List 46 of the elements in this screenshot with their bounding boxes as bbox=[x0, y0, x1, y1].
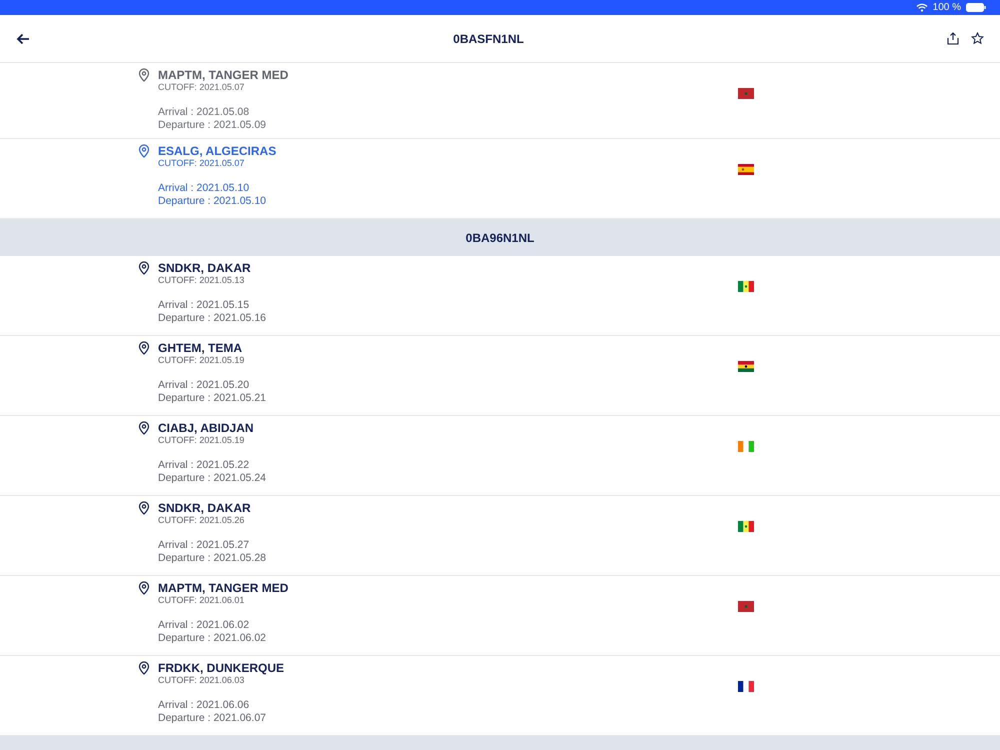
arrival-date: Arrival : 2021.06.06 bbox=[158, 699, 250, 712]
share-button[interactable] bbox=[947, 32, 959, 45]
port-call-row[interactable]: SNDKR, DAKAR CUTOFF: 2021.05.26 Arrival : 2021.05.27 Departure : 2021.05.28 bbox=[0, 496, 1000, 576]
port-name: SNDKR, DAKAR bbox=[158, 501, 252, 515]
cutoff-date: CUTOFF: 2021.05.07 bbox=[158, 158, 246, 169]
port-call-row[interactable]: CIABJ, ABIDJAN CUTOFF: 2021.05.19 Arrival : 2021.05.22 Departure : 2021.05.24 bbox=[0, 416, 1000, 496]
port-call-row[interactable]: GHTEM, TEMA CUTOFF: 2021.05.19 Arrival : 2021.05.20 Departure : 2021.05.21 bbox=[0, 336, 1000, 416]
arrival-date: Arrival : 2021.05.10 bbox=[158, 182, 250, 195]
departure-date: Departure : 2021.05.21 bbox=[158, 392, 267, 405]
departure-date: Departure : 2021.05.10 bbox=[158, 195, 267, 208]
departure-date: Departure : 2021.05.28 bbox=[158, 552, 267, 565]
battery-icon bbox=[966, 3, 986, 12]
wifi-icon bbox=[916, 3, 928, 12]
arrival-date: Arrival : 2021.05.20 bbox=[158, 379, 250, 392]
departure-date: Departure : 2021.05.16 bbox=[158, 312, 267, 325]
port-name: FRDKK, DUNKERQUE bbox=[158, 661, 285, 675]
cutoff-date: CUTOFF: 2021.06.03 bbox=[158, 675, 246, 686]
arrival-date: Arrival : 2021.05.27 bbox=[158, 539, 250, 552]
departure-date: Departure : 2021.05.09 bbox=[158, 119, 267, 132]
port-name: MAPTM, TANGER MED bbox=[158, 581, 290, 595]
cutoff-date: CUTOFF: 2021.05.07 bbox=[158, 82, 246, 93]
arrival-date: Arrival : 2021.06.02 bbox=[158, 619, 250, 632]
departure-date: Departure : 2021.06.02 bbox=[158, 632, 267, 645]
favorite-star-button[interactable] bbox=[971, 32, 984, 45]
port-name: CIABJ, ABIDJAN bbox=[158, 421, 255, 435]
cutoff-date: CUTOFF: 2021.06.01 bbox=[158, 595, 246, 606]
port-name: GHTEM, TEMA bbox=[158, 341, 243, 355]
cutoff-date: CUTOFF: 2021.05.26 bbox=[158, 515, 246, 526]
back-button[interactable] bbox=[16, 32, 30, 44]
port-name: ESALG, ALGECIRAS bbox=[158, 144, 278, 158]
battery-percentage: 100 % bbox=[932, 2, 961, 13]
port-call-row[interactable]: MAPTM, TANGER MED CUTOFF: 2021.06.01 Arrival : 2021.06.02 Departure : 2021.06.02 bbox=[0, 576, 1000, 656]
port-name: SNDKR, DAKAR bbox=[158, 261, 252, 275]
voyage-code: 0BA96N1NL bbox=[466, 230, 534, 244]
cutoff-date: CUTOFF: 2021.05.19 bbox=[158, 435, 246, 446]
arrival-date: Arrival : 2021.05.08 bbox=[158, 106, 250, 119]
port-call-row[interactable]: SNDKR, DAKAR CUTOFF: 2021.05.13 Arrival : 2021.05.15 Departure : 2021.05.16 bbox=[0, 256, 1000, 336]
cutoff-date: CUTOFF: 2021.05.13 bbox=[158, 275, 246, 286]
departure-date: Departure : 2021.05.24 bbox=[158, 472, 267, 485]
cutoff-date: CUTOFF: 2021.05.19 bbox=[158, 355, 246, 366]
arrival-date: Arrival : 2021.05.22 bbox=[158, 459, 250, 472]
departure-date: Departure : 2021.06.07 bbox=[158, 712, 267, 725]
port-call-row[interactable]: MAPTM, TANGER MED CUTOFF: 2021.05.07 Arrival : 2021.05.08 Departure : 2021.05.09 bbox=[0, 63, 1000, 139]
arrival-date: Arrival : 2021.05.15 bbox=[158, 299, 250, 312]
port-name: MAPTM, TANGER MED bbox=[158, 68, 290, 82]
page-title: 0BASFN1NL bbox=[452, 32, 525, 46]
